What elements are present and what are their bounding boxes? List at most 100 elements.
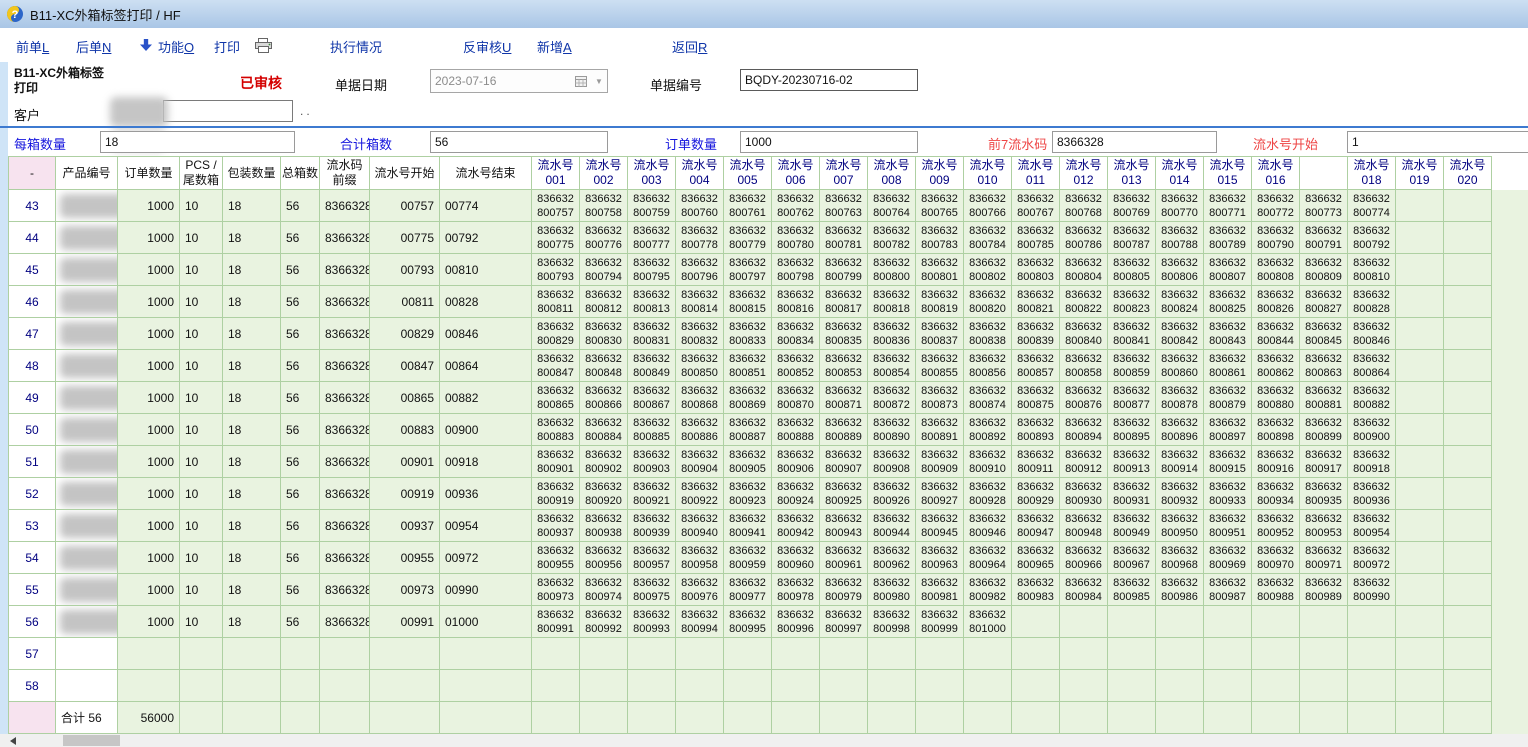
serial-cell[interactable] — [964, 638, 1012, 670]
total-boxes-cell[interactable]: 56 — [281, 222, 320, 254]
order-qty-cell[interactable]: 1000 — [118, 606, 180, 638]
row-number-cell[interactable]: 43 — [8, 190, 56, 222]
sn-end-cell[interactable] — [440, 670, 532, 702]
per-box-qty-input[interactable]: 18 — [100, 131, 295, 153]
serial-cell[interactable]: 836632 800989 — [1300, 574, 1348, 606]
serial-cell[interactable] — [772, 638, 820, 670]
serial-cell[interactable]: 836632 800928 — [964, 478, 1012, 510]
serial-cell[interactable]: 836632 800936 — [1348, 478, 1396, 510]
sn-start-cell[interactable]: 00991 — [370, 606, 440, 638]
serial-cell[interactable]: 836632 800769 — [1108, 190, 1156, 222]
order-qty-cell[interactable] — [118, 670, 180, 702]
serial-cell[interactable]: 836632 800831 — [628, 318, 676, 350]
doc-no-input[interactable]: BQDY-20230716-02 — [740, 69, 918, 91]
order-qty-cell[interactable]: 1000 — [118, 574, 180, 606]
serial-cell[interactable]: 836632 800902 — [580, 446, 628, 478]
product-code-cell[interactable] — [56, 254, 118, 286]
sn-start-cell[interactable]: 00757 — [370, 190, 440, 222]
serial-cell[interactable]: 836632 800974 — [580, 574, 628, 606]
serial-cell[interactable] — [1396, 222, 1444, 254]
product-code-cell[interactable] — [56, 478, 118, 510]
pack-qty-cell[interactable]: 18 — [223, 286, 281, 318]
order-qty-cell[interactable]: 1000 — [118, 446, 180, 478]
serial-cell[interactable]: 836632 800762 — [772, 190, 820, 222]
order-qty-cell[interactable]: 1000 — [118, 510, 180, 542]
serial-cell[interactable]: 836632 800775 — [532, 222, 580, 254]
sn-start-cell[interactable] — [370, 638, 440, 670]
serial-cell[interactable]: 836632 800910 — [964, 446, 1012, 478]
serial-cell[interactable]: 836632 800997 — [820, 606, 868, 638]
serial-cell[interactable] — [1396, 286, 1444, 318]
serial-cell[interactable]: 836632 800786 — [1060, 222, 1108, 254]
serial-cell[interactable]: 836632 800828 — [1348, 286, 1396, 318]
sn-prefix-cell[interactable]: 8366328 — [320, 574, 370, 606]
total-boxes-cell[interactable]: 56 — [281, 286, 320, 318]
serial-cell[interactable] — [916, 638, 964, 670]
sn-prefix-cell[interactable]: 8366328 — [320, 222, 370, 254]
serial-cell[interactable]: 836632 800952 — [1252, 510, 1300, 542]
serial-cell[interactable] — [868, 638, 916, 670]
total-boxes-cell[interactable]: 56 — [281, 382, 320, 414]
serial-cell[interactable]: 836632 800933 — [1204, 478, 1252, 510]
column-header[interactable]: 流水码 前缀 — [320, 156, 370, 190]
scrollbar-thumb[interactable] — [63, 735, 120, 746]
serial-cell[interactable]: 836632 800817 — [820, 286, 868, 318]
sn-end-cell[interactable]: 00846 — [440, 318, 532, 350]
serial-cell[interactable]: 836632 800932 — [1156, 478, 1204, 510]
product-code-cell[interactable] — [56, 574, 118, 606]
serial-cell[interactable]: 836632 800766 — [964, 190, 1012, 222]
order-qty-cell[interactable]: 1000 — [118, 222, 180, 254]
serial-cell[interactable]: 836632 800779 — [724, 222, 772, 254]
serial-cell[interactable] — [1444, 286, 1492, 318]
serial-cell[interactable]: 836632 800843 — [1204, 318, 1252, 350]
serial-cell[interactable]: 836632 800918 — [1348, 446, 1396, 478]
serial-column-header[interactable]: 流水号 010 — [964, 156, 1012, 190]
row-number-cell[interactable]: 46 — [8, 286, 56, 318]
serial-cell[interactable]: 836632 800814 — [676, 286, 724, 318]
serial-cell[interactable] — [1060, 638, 1108, 670]
serial-cell[interactable]: 836632 800905 — [724, 446, 772, 478]
serial-cell[interactable]: 836632 800833 — [724, 318, 772, 350]
serial-cell[interactable]: 836632 800800 — [868, 254, 916, 286]
serial-cell[interactable]: 836632 800934 — [1252, 478, 1300, 510]
serial-column-header[interactable]: 流水号 007 — [820, 156, 868, 190]
serial-cell[interactable]: 836632 800937 — [532, 510, 580, 542]
serial-cell[interactable] — [1444, 478, 1492, 510]
return-button[interactable]: 返回R — [672, 37, 707, 56]
row-number-cell[interactable]: 58 — [8, 670, 56, 702]
serial-cell[interactable]: 836632 800809 — [1300, 254, 1348, 286]
add-new-button[interactable]: 新增A — [537, 37, 572, 56]
customer-input[interactable] — [163, 100, 293, 122]
serial-cell[interactable]: 836632 800758 — [580, 190, 628, 222]
total-boxes-input[interactable]: 56 — [430, 131, 608, 153]
serial-cell[interactable]: 836632 800911 — [1012, 446, 1060, 478]
serial-cell[interactable]: 836632 800966 — [1060, 542, 1108, 574]
pcs-tail-cell[interactable]: 10 — [180, 350, 223, 382]
pack-qty-cell[interactable] — [223, 670, 281, 702]
serial-cell[interactable]: 836632 800914 — [1156, 446, 1204, 478]
serial-cell[interactable]: 836632 800909 — [916, 446, 964, 478]
serial-cell[interactable] — [1444, 382, 1492, 414]
serial-cell[interactable]: 836632 800834 — [772, 318, 820, 350]
pcs-tail-cell[interactable]: 10 — [180, 446, 223, 478]
order-qty-cell[interactable]: 1000 — [118, 190, 180, 222]
serial-cell[interactable]: 836632 800988 — [1252, 574, 1300, 606]
serial-column-header[interactable]: 流水号 014 — [1156, 156, 1204, 190]
serial-cell[interactable] — [1156, 606, 1204, 638]
printer-icon[interactable] — [254, 38, 274, 53]
sn-prefix-cell[interactable]: 8366328 — [320, 446, 370, 478]
order-qty-cell[interactable]: 1000 — [118, 382, 180, 414]
serial-cell[interactable]: 836632 800929 — [1012, 478, 1060, 510]
product-code-cell[interactable] — [56, 670, 118, 702]
serial-cell[interactable]: 836632 800920 — [580, 478, 628, 510]
serial-cell[interactable] — [1444, 350, 1492, 382]
serial-cell[interactable]: 836632 800835 — [820, 318, 868, 350]
serial-cell[interactable]: 836632 800949 — [1108, 510, 1156, 542]
serial-cell[interactable]: 836632 800821 — [1012, 286, 1060, 318]
serial-cell[interactable]: 836632 800802 — [964, 254, 1012, 286]
product-code-cell[interactable] — [56, 318, 118, 350]
pack-qty-cell[interactable]: 18 — [223, 606, 281, 638]
serial-cell[interactable]: 836632 800940 — [676, 510, 724, 542]
serial-cell[interactable]: 836632 800899 — [1300, 414, 1348, 446]
serial-cell[interactable]: 836632 800851 — [724, 350, 772, 382]
